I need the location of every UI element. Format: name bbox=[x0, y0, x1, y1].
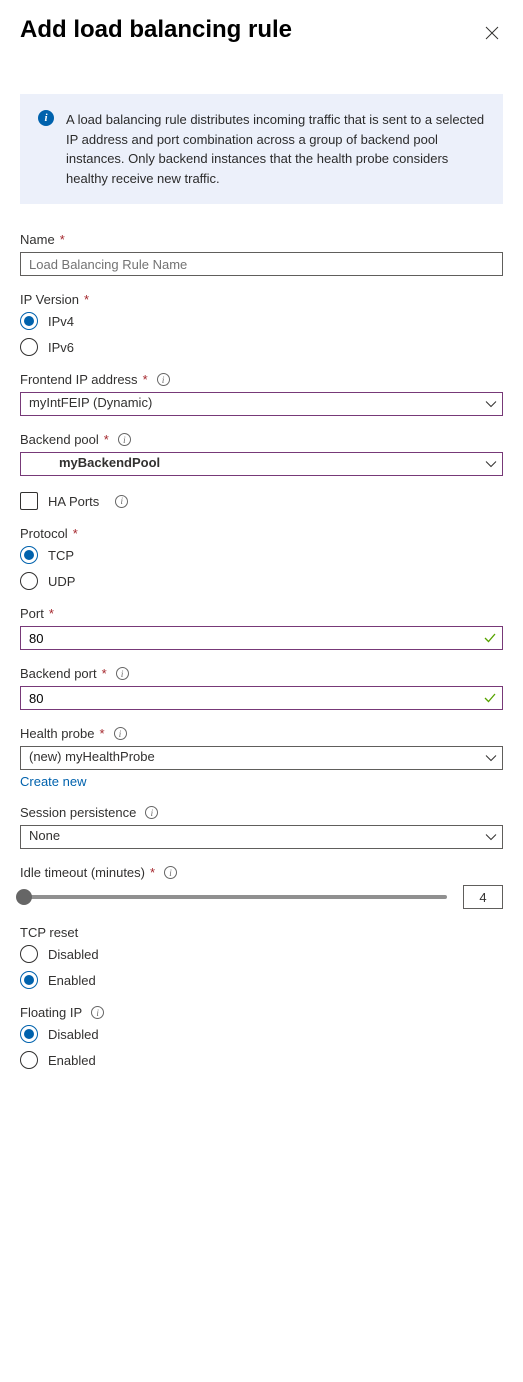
ha-ports-label: HA Ports bbox=[48, 494, 99, 509]
idle-timeout-label: Idle timeout (minutes) bbox=[20, 865, 145, 880]
close-icon bbox=[485, 26, 499, 40]
tcp-reset-label: TCP reset bbox=[20, 925, 78, 940]
checkbox-icon bbox=[20, 492, 38, 510]
session-persistence-label: Session persistence bbox=[20, 805, 136, 820]
info-tooltip-icon[interactable]: i bbox=[164, 866, 177, 879]
radio-icon bbox=[20, 312, 38, 330]
required-indicator: * bbox=[60, 232, 65, 247]
ipv6-label: IPv6 bbox=[48, 340, 74, 355]
ipv4-label: IPv4 bbox=[48, 314, 74, 329]
protocol-udp-radio[interactable]: UDP bbox=[20, 572, 503, 590]
info-callout: i A load balancing rule distributes inco… bbox=[20, 94, 503, 204]
floating-ip-disabled-radio[interactable]: Disabled bbox=[20, 1025, 503, 1043]
required-indicator: * bbox=[99, 726, 104, 741]
backend-port-input[interactable] bbox=[20, 686, 503, 710]
session-persistence-value: None bbox=[29, 828, 60, 843]
slider-thumb[interactable] bbox=[16, 889, 32, 905]
tcp-reset-enabled-label: Enabled bbox=[48, 973, 96, 988]
tcp-reset-disabled-radio[interactable]: Disabled bbox=[20, 945, 503, 963]
frontend-ip-value: myIntFEIP (Dynamic) bbox=[29, 395, 152, 410]
protocol-tcp-radio[interactable]: TCP bbox=[20, 546, 503, 564]
info-tooltip-icon[interactable]: i bbox=[145, 806, 158, 819]
floating-ip-label: Floating IP bbox=[20, 1005, 82, 1020]
radio-icon bbox=[20, 971, 38, 989]
name-label: Name bbox=[20, 232, 55, 247]
create-new-link[interactable]: Create new bbox=[20, 774, 86, 789]
required-indicator: * bbox=[150, 865, 155, 880]
required-indicator: * bbox=[102, 666, 107, 681]
required-indicator: * bbox=[49, 606, 54, 621]
info-tooltip-icon[interactable]: i bbox=[118, 433, 131, 446]
udp-label: UDP bbox=[48, 574, 75, 589]
backend-pool-value: myBackendPool bbox=[59, 455, 160, 470]
health-probe-value: (new) myHealthProbe bbox=[29, 749, 155, 764]
info-tooltip-icon[interactable]: i bbox=[157, 373, 170, 386]
radio-icon bbox=[20, 945, 38, 963]
radio-icon bbox=[20, 1051, 38, 1069]
ip-version-ipv4-radio[interactable]: IPv4 bbox=[20, 312, 503, 330]
radio-icon bbox=[20, 572, 38, 590]
tcp-reset-disabled-label: Disabled bbox=[48, 947, 99, 962]
frontend-ip-select[interactable]: myIntFEIP (Dynamic) bbox=[20, 392, 503, 416]
info-tooltip-icon[interactable]: i bbox=[114, 727, 127, 740]
backend-pool-select[interactable]: myBackendPool bbox=[20, 452, 503, 476]
floating-ip-enabled-radio[interactable]: Enabled bbox=[20, 1051, 503, 1069]
required-indicator: * bbox=[84, 292, 89, 307]
info-tooltip-icon[interactable]: i bbox=[115, 495, 128, 508]
floating-ip-enabled-label: Enabled bbox=[48, 1053, 96, 1068]
port-label: Port bbox=[20, 606, 44, 621]
radio-icon bbox=[20, 1025, 38, 1043]
info-text: A load balancing rule distributes incomi… bbox=[66, 110, 485, 188]
required-indicator: * bbox=[143, 372, 148, 387]
info-tooltip-icon[interactable]: i bbox=[91, 1006, 104, 1019]
idle-timeout-slider[interactable] bbox=[20, 895, 447, 899]
floating-ip-disabled-label: Disabled bbox=[48, 1027, 99, 1042]
panel-title: Add load balancing rule bbox=[20, 16, 292, 44]
ip-version-label: IP Version bbox=[20, 292, 79, 307]
required-indicator: * bbox=[73, 526, 78, 541]
health-probe-select[interactable]: (new) myHealthProbe bbox=[20, 746, 503, 770]
health-probe-label: Health probe bbox=[20, 726, 94, 741]
tcp-reset-enabled-radio[interactable]: Enabled bbox=[20, 971, 503, 989]
close-button[interactable] bbox=[481, 22, 503, 44]
info-tooltip-icon[interactable]: i bbox=[116, 667, 129, 680]
radio-icon bbox=[20, 338, 38, 356]
protocol-label: Protocol bbox=[20, 526, 68, 541]
ha-ports-checkbox[interactable]: HA Ports i bbox=[20, 492, 503, 510]
info-icon: i bbox=[38, 110, 54, 126]
ip-version-ipv6-radio[interactable]: IPv6 bbox=[20, 338, 503, 356]
name-input[interactable] bbox=[20, 252, 503, 276]
backend-port-label: Backend port bbox=[20, 666, 97, 681]
tcp-label: TCP bbox=[48, 548, 74, 563]
idle-timeout-value[interactable]: 4 bbox=[463, 885, 503, 909]
radio-icon bbox=[20, 546, 38, 564]
session-persistence-select[interactable]: None bbox=[20, 825, 503, 849]
required-indicator: * bbox=[104, 432, 109, 447]
backend-pool-label: Backend pool bbox=[20, 432, 99, 447]
port-input[interactable] bbox=[20, 626, 503, 650]
frontend-ip-label: Frontend IP address bbox=[20, 372, 138, 387]
